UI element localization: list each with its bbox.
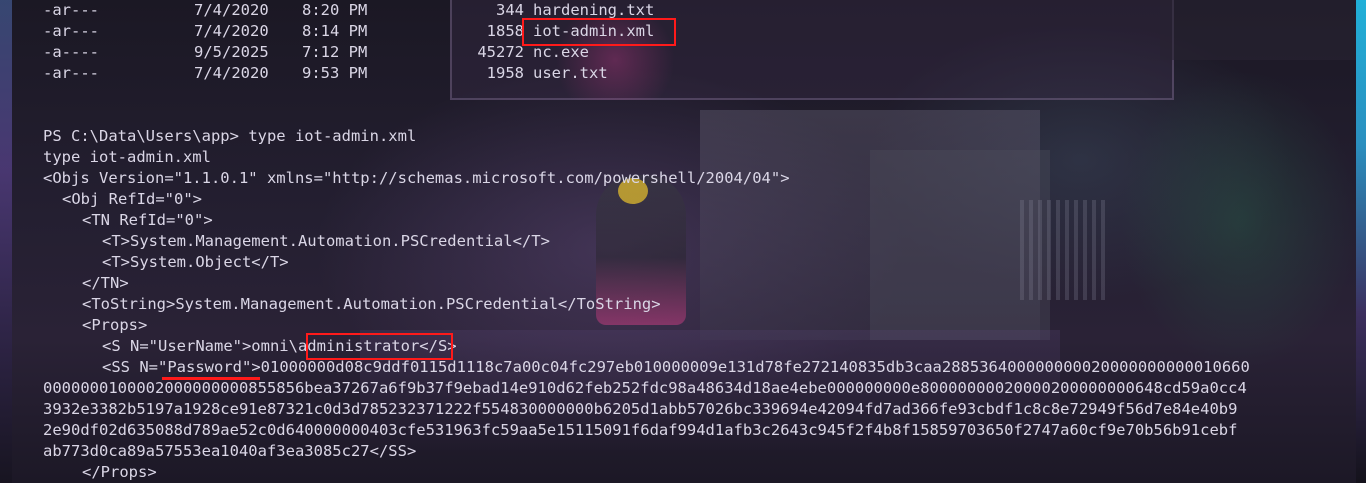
listing-length: 1858 — [486, 22, 524, 40]
xml-type-line: <T>System.Management.Automation.PSCreden… — [102, 232, 550, 250]
listing-name: nc.exe — [533, 43, 589, 61]
listing-name: hardening.txt — [533, 1, 655, 19]
listing-time: 9:53 PM — [302, 64, 368, 82]
secure-string-hex: 0000000100002000000000855856bea37267a6f9… — [43, 379, 1247, 397]
xml-ss-prefix: <SS N=" — [102, 358, 168, 376]
command-input[interactable]: type iot-admin.xml — [248, 127, 416, 145]
listing-time: 8:14 PM — [302, 22, 368, 40]
listing-mode: -ar--- — [43, 64, 99, 82]
xml-username-suffix: </S> — [419, 337, 457, 355]
listing-name: user.txt — [533, 64, 608, 82]
secure-string-hex: 2e90df02d635088d789ae52c0d640000000403cf… — [43, 421, 1238, 439]
xml-props-close: </Props> — [82, 463, 157, 481]
xml-password-line: <SS N="Password">01000000d08c9ddf0115d11… — [43, 357, 1250, 378]
command-echo: type iot-admin.xml — [43, 148, 211, 166]
listing-mode: -ar--- — [43, 1, 99, 19]
listing-date: 7/4/2020 — [194, 1, 269, 19]
listing-time: 8:20 PM — [302, 1, 368, 19]
secure-string-tail: ab773d0ca89a57553ea1040af3ea3085c27</SS> — [43, 441, 416, 462]
secure-string-hex: 3932e3382b5197a1928ce91e87321c0d3d785232… — [43, 400, 1238, 418]
xml-tn-close: </TN> — [82, 274, 129, 292]
xml-username-line: <S N="UserName">omni\administrator</S> — [43, 336, 457, 357]
xml-ss-after-name: "> — [241, 358, 261, 376]
listing-mode: -ar--- — [43, 22, 99, 40]
listing-length: 1958 — [486, 64, 524, 82]
secure-string-hex: ab773d0ca89a57553ea1040af3ea3085c27 — [43, 442, 370, 460]
listing-date: 7/4/2020 — [194, 64, 269, 82]
listing-length: 344 — [496, 1, 524, 19]
listing-name: iot-admin.xml — [533, 22, 655, 40]
underline-password — [162, 377, 260, 380]
xml-tn-open: <TN RefId="0"> — [82, 211, 213, 229]
password-attr-name: Password — [167, 358, 242, 376]
listing-length: 45272 — [477, 43, 524, 61]
xml-props-open: <Props> — [82, 316, 148, 334]
listing-time: 7:12 PM — [302, 43, 368, 61]
listing-mode: -a---- — [43, 43, 99, 61]
listing-date: 7/4/2020 — [194, 22, 269, 40]
secure-string-hex: 01000000d08c9ddf0115d1118c7a00c04fc297eb… — [260, 358, 1250, 376]
command-line[interactable]: PS C:\Data\Users\app> type iot-admin.xml — [43, 126, 416, 147]
listing-date: 9/5/2025 — [194, 43, 269, 61]
xml-objs-open: <Objs Version="1.1.0.1" xmlns="http://sc… — [43, 169, 790, 187]
terminal-window[interactable]: -ar--- 7/4/2020 8:20 PM 344 hardening.txt -a… — [0, 0, 1366, 483]
xml-tostring: <ToString>System.Management.Automation.P… — [82, 295, 661, 313]
xml-obj-open: <Obj RefId="0"> — [62, 190, 202, 208]
shell-prompt: PS C:\Data\Users\app> — [43, 127, 249, 145]
terminal-output[interactable]: -ar--- 7/4/2020 8:20 PM 344 hardening.txt -a… — [0, 0, 1366, 483]
xml-username-prefix: <S N="UserName">omni\ — [102, 337, 298, 355]
xml-type-line: <T>System.Object</T> — [102, 253, 289, 271]
username-value: administrator — [297, 337, 420, 355]
xml-ss-close: </SS> — [369, 442, 417, 460]
